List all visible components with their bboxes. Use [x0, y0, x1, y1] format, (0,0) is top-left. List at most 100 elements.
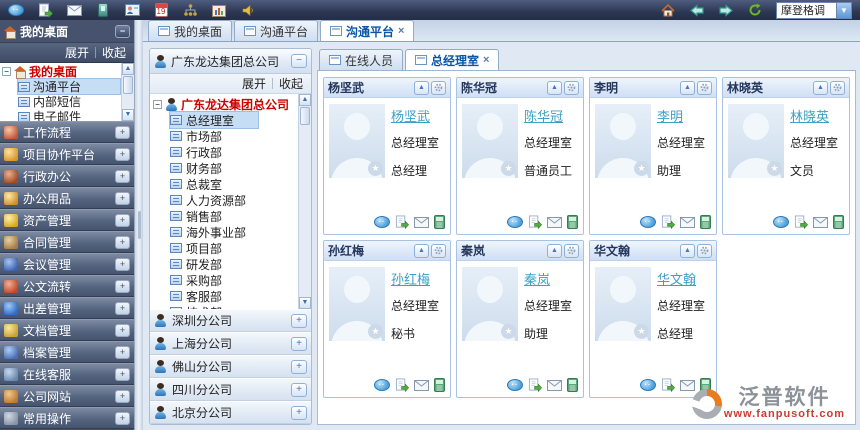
collapse-card-button[interactable]: ▲: [547, 81, 562, 95]
department-item[interactable]: 市场部: [170, 128, 297, 144]
phone-icon[interactable]: [434, 215, 445, 229]
scroll-thumb[interactable]: [123, 76, 133, 94]
scroll-thumb[interactable]: [300, 107, 310, 125]
scroll-down-icon[interactable]: ▼: [122, 109, 134, 121]
expand-section-button[interactable]: +: [115, 148, 130, 161]
mail-icon[interactable]: [547, 380, 562, 391]
expand-section-button[interactable]: +: [115, 170, 130, 183]
person-name-link[interactable]: 孙红梅: [391, 269, 439, 288]
chat-icon[interactable]: ··: [640, 379, 656, 391]
department-item[interactable]: 海外事业部: [170, 224, 297, 240]
collapse-all-link[interactable]: 收起: [102, 44, 126, 61]
person-name-link[interactable]: 华文翰: [657, 269, 705, 288]
collapse-card-button[interactable]: ▲: [680, 81, 695, 95]
sidebar-section[interactable]: 公司网站 +: [0, 385, 134, 407]
mobile-device-icon[interactable]: [95, 2, 111, 18]
chat-icon[interactable]: ··: [507, 216, 523, 228]
tree-root-my-desktop[interactable]: − 我的桌面: [2, 64, 120, 79]
department-item[interactable]: 研发部: [170, 256, 297, 272]
department-item[interactable]: 技术部: [170, 304, 297, 309]
expand-section-button[interactable]: +: [115, 346, 130, 359]
sidebar-section[interactable]: 在线客服 +: [0, 363, 134, 385]
phone-icon[interactable]: [434, 378, 445, 392]
inner-tab[interactable]: 在线人员: [319, 49, 403, 70]
person-name-link[interactable]: 林晓英: [790, 106, 838, 125]
settings-icon[interactable]: [564, 244, 579, 258]
branch-item[interactable]: 佛山分公司 +: [150, 355, 311, 378]
collapse-card-button[interactable]: ▲: [813, 81, 828, 95]
expand-section-button[interactable]: +: [115, 412, 130, 425]
bar-chart-icon[interactable]: [211, 2, 227, 18]
chat-icon[interactable]: ··: [374, 379, 390, 391]
send-document-icon[interactable]: [661, 378, 675, 392]
expand-all-link[interactable]: 展开: [65, 44, 89, 61]
mail-icon[interactable]: [680, 217, 695, 228]
department-item[interactable]: 总经理室: [170, 112, 258, 128]
expand-section-button[interactable]: +: [115, 324, 130, 337]
collapse-card-button[interactable]: ▲: [547, 244, 562, 258]
person-name-link[interactable]: 杨坚武: [391, 106, 439, 125]
settings-icon[interactable]: [431, 244, 446, 258]
tree-item[interactable]: 内部短信: [18, 94, 120, 109]
refresh-icon[interactable]: [747, 2, 763, 18]
sidebar-section[interactable]: 常用操作 +: [0, 407, 134, 429]
expand-section-button[interactable]: +: [115, 126, 130, 139]
sidebar-section[interactable]: 项目协作平台 +: [0, 143, 134, 165]
sidebar-section[interactable]: 资产管理 +: [0, 209, 134, 231]
sidebar-section[interactable]: 合同管理 +: [0, 231, 134, 253]
settings-icon[interactable]: [697, 81, 712, 95]
main-tab[interactable]: 沟通平台 ×: [320, 20, 414, 41]
org-chart-icon[interactable]: [182, 2, 198, 18]
expand-section-button[interactable]: +: [115, 390, 130, 403]
back-icon[interactable]: [689, 2, 705, 18]
expand-branch-button[interactable]: +: [291, 314, 307, 328]
chat-icon[interactable]: ··: [374, 216, 390, 228]
expand-branch-button[interactable]: +: [291, 360, 307, 374]
sidebar-section[interactable]: 档案管理 +: [0, 341, 134, 363]
department-item[interactable]: 项目部: [170, 240, 297, 256]
sidebar-section[interactable]: 工作流程 +: [0, 121, 134, 143]
main-tab[interactable]: 沟通平台: [234, 20, 318, 41]
department-item[interactable]: 采购部: [170, 272, 297, 288]
main-tab[interactable]: 我的桌面: [148, 20, 232, 41]
sidebar-section[interactable]: 会议管理 +: [0, 253, 134, 275]
collapse-section-button[interactable]: −: [115, 25, 130, 38]
chat-icon[interactable]: ··: [640, 216, 656, 228]
expand-section-button[interactable]: +: [115, 236, 130, 249]
tree-expander-icon[interactable]: −: [2, 67, 11, 76]
collapse-card-button[interactable]: ▲: [414, 244, 429, 258]
collapse-card-button[interactable]: ▲: [414, 81, 429, 95]
chat-icon[interactable]: ··: [507, 379, 523, 391]
expand-section-button[interactable]: +: [115, 214, 130, 227]
sidebar-section[interactable]: 办公用品 +: [0, 187, 134, 209]
scrollbar[interactable]: ▲ ▼: [121, 63, 134, 121]
send-document-icon[interactable]: [528, 378, 542, 392]
tree-item[interactable]: 沟通平台: [18, 79, 120, 94]
calendar-icon[interactable]: 19: [153, 2, 169, 18]
expand-section-button[interactable]: +: [115, 280, 130, 293]
send-document-icon[interactable]: [794, 215, 808, 229]
send-document-icon[interactable]: [528, 215, 542, 229]
send-document-icon[interactable]: [395, 215, 409, 229]
org-expand-link[interactable]: 展开: [242, 75, 266, 92]
speaker-icon[interactable]: [240, 2, 256, 18]
org-collapse-link[interactable]: 收起: [279, 75, 303, 92]
sidebar-header-my-desktop[interactable]: 我的桌面 −: [0, 20, 134, 43]
branch-item[interactable]: 四川分公司 +: [150, 378, 311, 401]
inner-tab[interactable]: 总经理室 ×: [405, 49, 499, 70]
settings-icon[interactable]: [564, 81, 579, 95]
org-panel-header[interactable]: 广东龙达集团总公司 −: [150, 49, 311, 74]
collapse-panel-button[interactable]: −: [291, 54, 307, 68]
sidebar-section[interactable]: 出差管理 +: [0, 297, 134, 319]
settings-icon[interactable]: [431, 81, 446, 95]
settings-icon[interactable]: [697, 244, 712, 258]
expand-section-button[interactable]: +: [115, 302, 130, 315]
tree-expander-icon[interactable]: −: [153, 100, 162, 109]
sidebar-section[interactable]: 文档管理 +: [0, 319, 134, 341]
scroll-up-icon[interactable]: ▲: [299, 94, 311, 106]
expand-section-button[interactable]: +: [115, 192, 130, 205]
send-document-icon[interactable]: [661, 215, 675, 229]
department-item[interactable]: 人力资源部: [170, 192, 297, 208]
close-icon[interactable]: ×: [483, 55, 489, 65]
mail-icon[interactable]: [813, 217, 828, 228]
